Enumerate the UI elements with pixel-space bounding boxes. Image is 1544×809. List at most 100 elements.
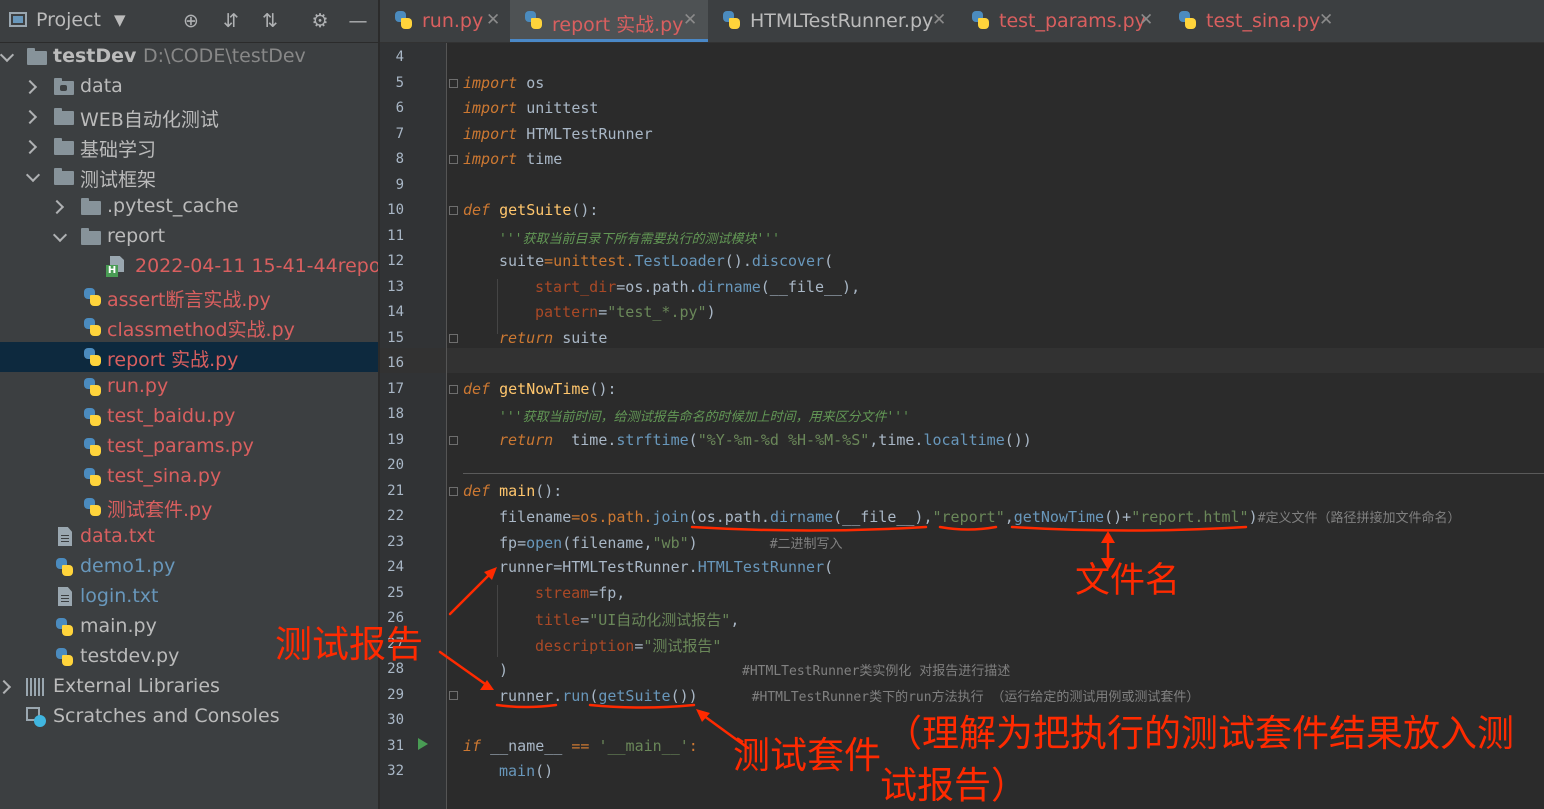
fold-marker[interactable] <box>449 691 458 700</box>
folder-icon <box>27 48 47 65</box>
chevron-right-icon[interactable] <box>23 77 37 97</box>
tab-label: HTMLTestRunner.py <box>750 10 934 32</box>
tree-item-data-txt[interactable]: data.txt <box>0 522 378 552</box>
tree-item-scratches[interactable]: Scratches and Consoles <box>0 702 378 732</box>
tree-item-assert[interactable]: assert断言实战.py <box>0 282 378 312</box>
tree-item-test-baidu[interactable]: test_baidu.py <box>0 402 378 432</box>
chevron-down-icon[interactable] <box>0 47 14 67</box>
tree-item-data[interactable]: data <box>0 72 378 102</box>
line-number: 25 <box>387 585 404 601</box>
tree-item-web[interactable]: WEB自动化测试 <box>0 102 378 132</box>
tab-run-py[interactable]: run.py ✕ <box>380 0 510 42</box>
run-icon[interactable] <box>418 738 428 750</box>
tab-test-params[interactable]: test_params.py ✕ <box>957 0 1164 42</box>
line-number: 5 <box>395 75 404 91</box>
tree-item-framework[interactable]: 测试框架 <box>0 162 378 192</box>
code-line-14: pattern="test_*.py") <box>535 303 716 321</box>
python-file-icon <box>83 288 102 307</box>
chevron-right-icon[interactable] <box>0 677 11 697</box>
line-number: 17 <box>387 381 404 397</box>
fold-marker[interactable] <box>449 206 458 215</box>
gear-icon[interactable]: ⚙ <box>307 8 333 34</box>
code-line-27: description="测试报告" <box>535 637 722 655</box>
close-icon[interactable]: ✕ <box>1319 10 1333 30</box>
line-number: 21 <box>387 483 404 499</box>
line-number: 23 <box>387 534 404 550</box>
tab-test-sina[interactable]: test_sina.py ✕ <box>1164 0 1344 42</box>
tree-item-testdev[interactable]: testDev D:\CODE\testDev <box>0 42 378 72</box>
code-line-22: filename=os.path.join(os.path.dirname(__… <box>499 508 1461 526</box>
tree-item-test-sina[interactable]: test_sina.py <box>0 462 378 492</box>
tree-item-report-html[interactable]: 2022-04-11 15-41-44report <box>0 252 378 282</box>
minimize-icon[interactable]: — <box>345 8 371 34</box>
code-line-5: import os <box>463 74 545 92</box>
tree-item-classmethod[interactable]: classmethod实战.py <box>0 312 378 342</box>
tab-label: test_params.py <box>999 10 1146 32</box>
tree-item-label: testdev.py <box>80 645 180 667</box>
chevron-right-icon[interactable] <box>23 107 37 127</box>
chevron-down-icon[interactable] <box>53 227 67 247</box>
python-file-icon <box>524 11 543 30</box>
fold-marker[interactable] <box>449 436 458 445</box>
python-file-icon <box>83 378 102 397</box>
tree-item-login-txt[interactable]: login.txt <box>0 582 378 612</box>
tree-item-basics[interactable]: 基础学习 <box>0 132 378 162</box>
python-file-icon <box>83 318 102 337</box>
line-number: 24 <box>387 559 404 575</box>
collapse-all-icon[interactable]: ⇅ <box>257 8 283 34</box>
fold-marker[interactable] <box>449 487 458 496</box>
code-line-32: main() <box>499 762 554 780</box>
tree-item-test-params[interactable]: test_params.py <box>0 432 378 462</box>
tree-item-label: 2022-04-11 15-41-44report <box>135 255 378 277</box>
code-line-25: stream=fp, <box>535 584 626 602</box>
annotation-test-report: 测试报告 <box>275 623 423 666</box>
library-icon <box>26 678 46 696</box>
tree-item-label: 测试套件.py <box>107 499 213 521</box>
tree-item-report-folder[interactable]: report <box>0 222 378 252</box>
python-file-icon <box>722 11 741 30</box>
tab-htmltestrunner[interactable]: HTMLTestRunner.py ✕ <box>708 0 957 42</box>
line-number: 13 <box>387 279 404 295</box>
tree-item-pytest-cache[interactable]: .pytest_cache <box>0 192 378 222</box>
expand-all-icon[interactable]: ⇵ <box>218 8 244 34</box>
editor-tab-bar: run.py ✕ report 实战.py ✕ HTMLTestRunner.p… <box>380 0 1544 43</box>
python-file-icon <box>55 558 74 577</box>
code-line-23: fp=open(filename,"wb") #二进制写入 <box>499 534 843 552</box>
tree-item-demo1[interactable]: demo1.py <box>0 552 378 582</box>
close-icon[interactable]: ✕ <box>932 10 946 30</box>
tab-report-py[interactable]: report 实战.py ✕ <box>510 0 708 42</box>
tree-item-label: data <box>80 75 123 97</box>
project-title[interactable]: Project <box>36 9 101 31</box>
tree-item-test-suite[interactable]: 测试套件.py <box>0 492 378 522</box>
project-icon <box>9 12 27 27</box>
chevron-right-icon[interactable] <box>23 137 37 157</box>
chevron-down-icon[interactable] <box>26 167 40 187</box>
tree-item-label: classmethod实战.py <box>107 319 295 341</box>
close-icon[interactable]: ✕ <box>683 10 697 30</box>
close-icon[interactable]: ✕ <box>486 10 500 30</box>
tree-item-run[interactable]: run.py <box>0 372 378 402</box>
line-number: 22 <box>387 508 404 524</box>
line-number: 20 <box>387 457 404 473</box>
fold-marker[interactable] <box>449 334 458 343</box>
line-number: 16 <box>387 355 404 371</box>
tree-item-label: test_baidu.py <box>107 405 236 427</box>
fold-marker[interactable] <box>449 155 458 164</box>
tree-item-external-libraries[interactable]: External Libraries <box>0 672 378 702</box>
chevron-down-icon[interactable]: ▼ <box>114 11 126 29</box>
code-line-18: '''获取当前时间，给测试报告命名的时候加上时间，用来区分文件''' <box>499 410 910 425</box>
tree-item-label: assert断言实战.py <box>107 289 271 311</box>
code-line-15: return suite <box>499 329 608 347</box>
close-icon[interactable]: ✕ <box>1139 10 1153 30</box>
locate-icon[interactable]: ⊕ <box>178 8 204 34</box>
python-file-icon <box>83 348 102 367</box>
line-number: 4 <box>395 49 404 65</box>
chevron-right-icon[interactable] <box>50 197 64 217</box>
fold-marker[interactable] <box>449 79 458 88</box>
line-number: 10 <box>387 202 404 218</box>
fold-marker[interactable] <box>449 385 458 394</box>
line-number: 31 <box>387 738 404 754</box>
tree-item-report-py[interactable]: report 实战.py <box>0 342 378 372</box>
code-line-28: ) #HTMLTestRunner类实例化 对报告进行描述 <box>499 661 1011 679</box>
line-number: 9 <box>395 177 404 193</box>
